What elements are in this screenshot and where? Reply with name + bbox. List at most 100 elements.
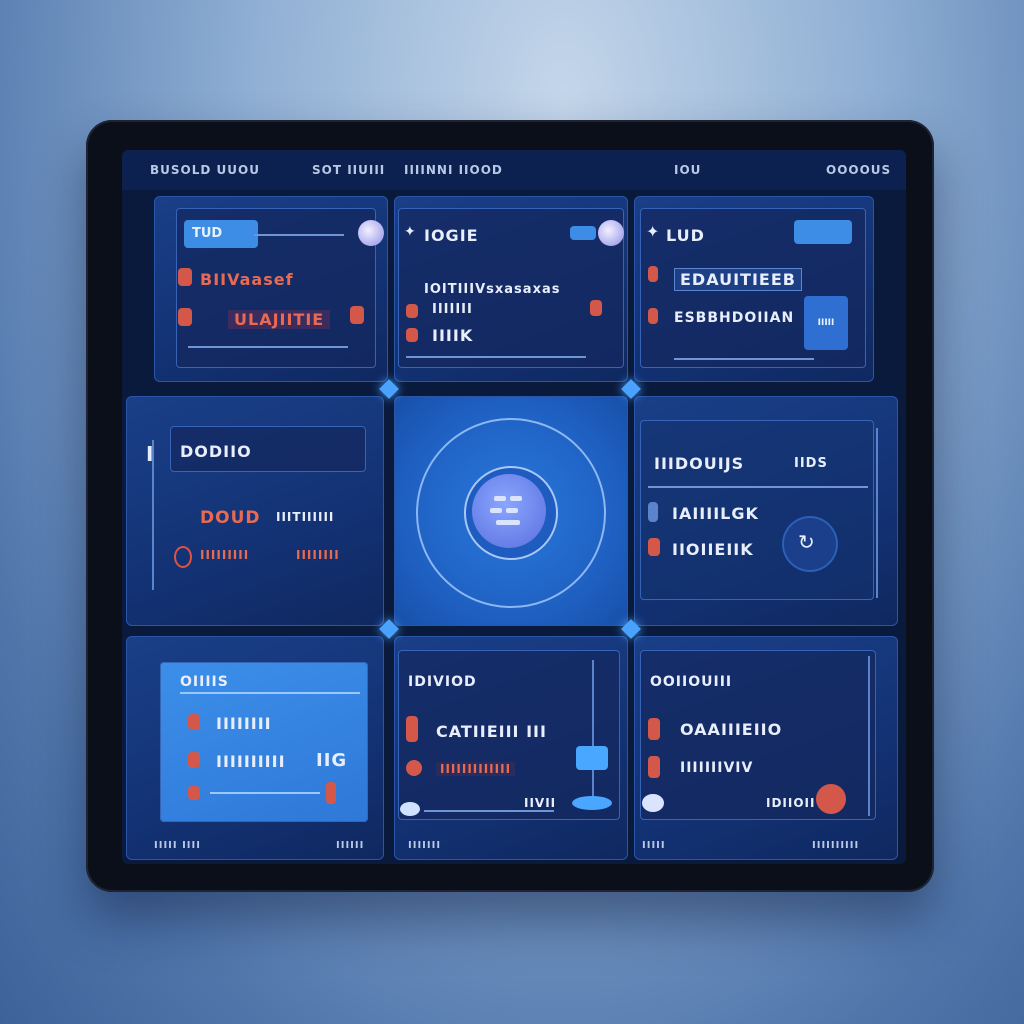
panel-8-toggle-knob[interactable]	[400, 802, 420, 816]
panel-7-title: OIIIIS	[180, 674, 229, 690]
panel-7-flag-icon	[188, 786, 200, 800]
panel-7-row-2-value: IIG	[316, 750, 348, 771]
panel-6-bar-icon	[648, 502, 658, 522]
panel-6-divider-1	[648, 486, 868, 488]
panel-2-row-1: IOITIIIVsxasaxas	[424, 282, 561, 297]
panel-8-status-icon	[406, 760, 422, 776]
center-action-button[interactable]	[472, 474, 546, 548]
panel-7-slider-track[interactable]	[210, 792, 320, 794]
panel-4-row-2: IIIIIIIII	[200, 548, 250, 562]
panel-8[interactable]: IDIVIOD CATIIEIII III IIIIIIIIIIIII IIVI…	[394, 636, 628, 860]
panel-3-row-2: ESBBHDOIIAN	[674, 310, 795, 326]
center-icon-bar-3	[490, 508, 502, 513]
panel-2-flag-icon[interactable]	[590, 300, 602, 316]
panel-3-title: LUD	[666, 226, 705, 245]
panel-8-lamp-base	[572, 796, 612, 810]
panel-1-row-1: BIIVaasef	[200, 270, 294, 289]
footer-label-5: IIIIIIIIII	[812, 840, 860, 851]
swap-icon: ↻	[798, 530, 815, 554]
panel-1-warning-icon	[178, 308, 192, 326]
pin-icon: ✦	[646, 222, 660, 241]
footer-label-1: IIIII IIII	[154, 840, 201, 851]
panel-3-pill[interactable]	[794, 220, 852, 244]
panel-9-scrollbar[interactable]	[868, 656, 870, 816]
panel-6-scrollbar[interactable]	[876, 428, 878, 598]
panel-9[interactable]: OOIIOUIII OAAIIIEIIO IIIIIIIVIV IDIIOII	[634, 636, 898, 860]
panel-2-warning-icon	[406, 328, 418, 342]
panel-8-row-3: IIVII	[524, 796, 557, 810]
panel-1-row-2[interactable]: ULAJIITIE	[228, 310, 331, 329]
panel-8-row-1: CATIIEIII III	[436, 722, 547, 741]
panel-6-alert-icon	[648, 538, 660, 556]
panel-2[interactable]: ✦ IOGIE IOITIIIVsxasaxas IIIIIII IIIIK	[394, 196, 628, 382]
panel-1-bell-icon[interactable]	[350, 306, 364, 324]
panel-2-divider	[406, 356, 586, 358]
topbar-menu-2[interactable]: IIIINNI IIOOD	[404, 163, 503, 177]
panel-6-tag[interactable]: IIDS	[794, 456, 828, 471]
panel-8-stand-line	[592, 660, 594, 800]
center-icon-bar-4	[506, 508, 518, 513]
panel-6-action-button[interactable]: ↻	[784, 518, 836, 570]
panel-4-row-2-value: IIIIIIII	[296, 548, 340, 562]
panel-2-row-2: IIIIIII	[432, 302, 473, 317]
panel-1-slider-track	[254, 234, 344, 236]
panel-7-divider	[180, 692, 360, 694]
panel-6-title: IIIDOUIJS	[654, 454, 745, 473]
panel-9-toggle-knob[interactable]	[642, 794, 664, 812]
center-icon-bar-2	[510, 496, 522, 501]
panel-9-alert-icon	[648, 718, 660, 740]
panel-4-status-icon	[174, 546, 192, 568]
panel-4-row-1-value: IIITIIIIII	[276, 510, 335, 524]
panel-3[interactable]: ✦ LUD EDAUITIEEB ESBBHDOIIAN IIIII	[634, 196, 874, 382]
panel-1-pill[interactable]: TUD	[184, 220, 258, 248]
panel-4-index: I	[146, 442, 155, 466]
panel-7-row-1: IIIIIIII	[216, 714, 272, 733]
top-bar: BUSOLD UUOU SOT IIUIII IIIINNI IIOOD IOU…	[122, 150, 906, 190]
panel-8-row-2: IIIIIIIIIIIII	[436, 762, 516, 776]
panel-1[interactable]: TUD BIIVaasef ULAJIITIE	[154, 196, 388, 382]
panel-6[interactable]: IIIDOUIJS IIDS IAIIIILGK IIOIIEIIK ↻	[634, 396, 898, 626]
panel-7-warning-icon	[188, 752, 200, 768]
panel-6-row-2: IIOIIEIIK	[672, 540, 754, 559]
panel-7-row-2: IIIIIIIIII	[216, 752, 286, 771]
dashboard-screen: BUSOLD UUOU SOT IIUIII IIIINNI IIOOD IOU…	[122, 150, 906, 864]
pin-icon: ✦	[404, 224, 416, 240]
panel-4[interactable]: I DODIIO DOUD IIITIIIIII IIIIIIIII IIIII…	[126, 396, 384, 626]
panel-3-badge[interactable]: IIIII	[804, 296, 848, 350]
panel-8-alert-icon	[406, 716, 418, 742]
panel-7-slider-thumb[interactable]	[326, 782, 336, 804]
panel-3-alert-icon	[648, 266, 658, 282]
panel-3-divider	[674, 358, 814, 360]
topbar-title: BUSOLD UUOU	[150, 163, 260, 177]
panel-7-alert-icon	[188, 714, 200, 730]
footer-label-2: IIIIII	[336, 840, 365, 851]
panel-9-alarm-icon[interactable]	[816, 784, 846, 814]
panel-6-row-1: IAIIIILGK	[672, 504, 759, 523]
footer-label-4: IIIII	[642, 840, 666, 851]
panel-5-center[interactable]	[394, 396, 628, 626]
panel-2-toggle[interactable]	[570, 226, 596, 240]
panel-3-warning-icon	[648, 308, 658, 324]
panel-4-title: DODIIO	[180, 442, 252, 461]
panel-7[interactable]: OIIIIS IIIIIIII IIIIIIIIII IIG	[126, 636, 384, 860]
panel-9-warning-icon	[648, 756, 660, 778]
panel-9-row-3: IDIIOII	[766, 796, 816, 810]
panel-9-title: OOIIOUIII	[650, 674, 733, 690]
topbar-user[interactable]: OOOOUS	[826, 163, 891, 177]
panel-8-track[interactable]	[424, 810, 554, 812]
panel-2-row-3: IIIIK	[432, 326, 474, 345]
panel-2-title: IOGIE	[424, 226, 479, 245]
panel-9-row-1: OAAIIIEIIO	[680, 720, 783, 739]
panel-8-title: IDIVIOD	[408, 674, 477, 690]
topbar-menu-1[interactable]: SOT IIUIII	[312, 163, 385, 177]
footer-label-3: IIIIIII	[408, 840, 442, 851]
panel-1-toggle-knob[interactable]	[358, 220, 384, 246]
panel-3-row-1[interactable]: EDAUITIEEB	[674, 268, 802, 291]
panel-2-toggle-knob[interactable]	[598, 220, 624, 246]
topbar-status: IOU	[674, 163, 702, 177]
panel-1-alert-icon	[178, 268, 192, 286]
center-icon-bar-5	[496, 520, 520, 525]
panel-9-row-2: IIIIIIIVIV	[680, 760, 754, 776]
panel-8-lamp-icon[interactable]	[576, 746, 608, 770]
center-icon-bar-1	[494, 496, 506, 501]
